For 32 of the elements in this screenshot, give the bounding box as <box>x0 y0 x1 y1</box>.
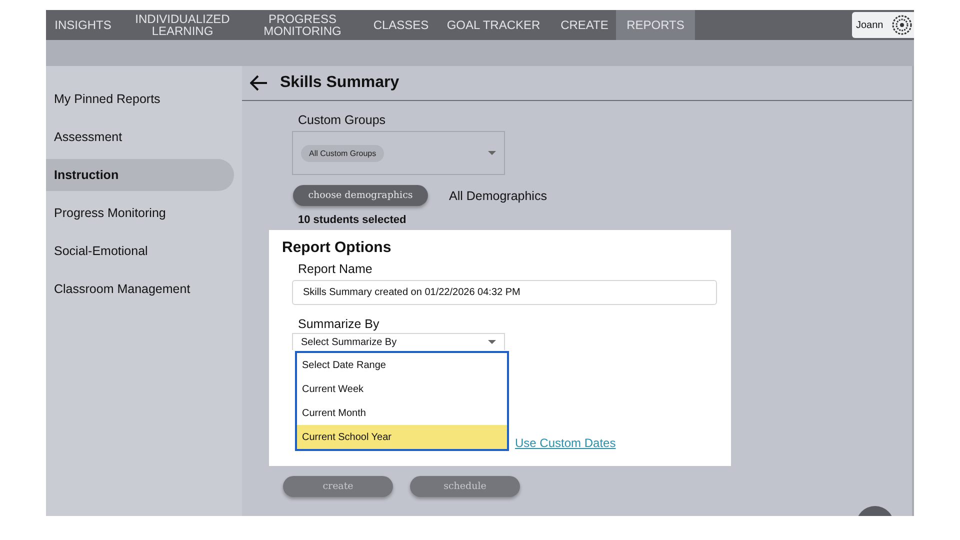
nav-tab[interactable]: PROGRESS MONITORING <box>245 10 360 40</box>
section-title: Report Options <box>282 239 392 256</box>
field-label: Custom Groups <box>298 113 387 127</box>
dropdown-option[interactable]: Current School Year <box>297 425 507 449</box>
nav-tab[interactable]: CLASSES <box>360 10 442 40</box>
sidebar-item[interactable]: My Pinned Reports <box>46 83 234 115</box>
nav-tab[interactable]: CREATE <box>553 10 616 40</box>
custom-groups-select[interactable]: All Custom Groups <box>292 131 505 175</box>
sidebar-item[interactable]: Progress Monitoring <box>46 197 234 229</box>
summarize-by-select[interactable]: Select Summarize By <box>292 333 505 350</box>
report-name-field[interactable]: Skills Summary created on 01/22/2026 04:32 PM <box>292 280 717 305</box>
nav-tab[interactable]: GOAL TRACKER <box>442 10 545 40</box>
page-title: Skills Summary <box>280 74 400 92</box>
user-name: Joann <box>856 20 884 30</box>
user-menu[interactable]: Joann <box>852 12 914 38</box>
field-label: Summarize By <box>298 317 380 331</box>
back-button[interactable] <box>250 75 268 91</box>
field-label: Report Name <box>298 262 374 276</box>
group-chip: All Custom Groups <box>301 144 384 162</box>
caret-icon <box>488 151 496 155</box>
sidebar-item[interactable]: Classroom Management <box>46 273 234 305</box>
sidebar-item[interactable]: Instruction <box>46 159 234 191</box>
avatar-icon <box>892 15 912 35</box>
sidebar-item[interactable]: Social-Emotional <box>46 235 234 267</box>
selection-count: 10 students selected <box>298 214 408 226</box>
demographics-value: All Demographics <box>449 188 547 202</box>
choose-demographics-button[interactable]: choose demographics <box>293 185 428 206</box>
nav-tab[interactable]: INSIGHTS <box>46 10 120 40</box>
sidebar-item[interactable]: Assessment <box>46 121 234 153</box>
caret-icon <box>488 340 496 344</box>
custom-dates-link[interactable]: Use Custom Dates <box>515 436 616 450</box>
nav-tab[interactable]: INDIVIDUALIZED LEARNING <box>120 10 245 40</box>
